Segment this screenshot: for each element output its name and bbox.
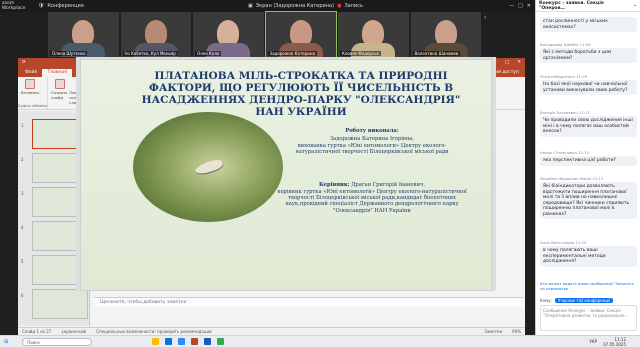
taskbar-clock[interactable]: 11:12 07.05.2025	[603, 337, 640, 347]
participant-tile[interactable]: Олен Коло	[193, 12, 264, 57]
performer-name: Задорожна Катерина Ігорівна,	[329, 136, 415, 142]
accessibility-check[interactable]: Специальные возможности: проверить реком…	[96, 329, 212, 334]
slide-title: ПЛАТАНОВА МІЛЬ-СТРОКАТКА ТА ПРИРОДНІ ФАК…	[141, 70, 461, 118]
participant-name: Олен Коло	[195, 51, 222, 56]
leader-desc: керівник гуртка «Юні ентомологи» Центру …	[277, 189, 467, 214]
screen-share-indicator[interactable]: ▣ Экран (Задорожна Катерина) ● Запись	[248, 3, 363, 9]
paste-icon	[25, 79, 36, 89]
notes-pane[interactable]: Щелкните, чтобы добавить заметки	[94, 297, 524, 307]
tab-home[interactable]: Главная	[42, 69, 72, 77]
participant-name: Олена Шутенко	[50, 51, 88, 56]
participant-name: Задорожна Катерина	[267, 51, 317, 56]
chat-recipient: Кому: Учасник тієї конференції	[540, 298, 614, 303]
taskbar-search[interactable]: Поиск	[22, 337, 93, 346]
record-label: Запись	[344, 3, 363, 9]
shield-icon: 🛡	[38, 3, 45, 9]
slide-thumbnail[interactable]	[32, 289, 88, 319]
chat-message: Михайло Федорова Марія 11:13 Які біоіндик…	[540, 176, 637, 219]
chat-message: Володимир Шейбін 11:09 Які с методи борот…	[540, 42, 637, 63]
minimize-icon[interactable]: —	[509, 3, 514, 9]
chat-message: Назар Сітьмінович 11:11 яка перспективна …	[540, 150, 637, 166]
edge-icon[interactable]	[165, 338, 173, 345]
slide[interactable]: ПЛАТАНОВА МІЛЬ-СТРОКАТКА ТА ПРИРОДНІ ФАК…	[80, 59, 492, 291]
conference-label: Конференция	[47, 3, 84, 9]
tab-file[interactable]: Файл	[20, 69, 42, 77]
language-indicator[interactable]: украинский	[61, 329, 86, 334]
slide-counter: Слайд 1 из 27	[22, 329, 52, 334]
participant-tile[interactable]: Валентина Шанамев	[410, 12, 481, 57]
zoom-topbar: zoom Workplace 🛡 Конференция ▣ Экран (За…	[0, 0, 535, 12]
participant-tile[interactable]: Кловяк Федорськ	[338, 12, 409, 57]
language-indicator[interactable]: УКР	[589, 339, 597, 344]
participant-tile[interactable]: Iro Кабетко, Кул Моньяр	[120, 12, 191, 57]
leader-block: Керівник: Драган Григорій Іванович,	[319, 182, 425, 188]
conference-menu[interactable]: 🛡 Конференция	[38, 3, 84, 9]
zoom-level[interactable]: 69%	[512, 329, 521, 334]
clipboard-group: Вставить Буфер обмена	[18, 77, 48, 109]
chat-message: стан рослинності у міських екосистемах?	[540, 16, 637, 32]
chat-privacy-notice[interactable]: Кто может видеть ваши сообщения? Записат…	[540, 281, 637, 291]
participant-tile-active[interactable]: Задорожна Катерина	[264, 11, 337, 58]
monitor-icon: ▣	[248, 3, 253, 9]
word-icon[interactable]	[204, 338, 212, 345]
file-explorer-icon[interactable]	[152, 338, 160, 345]
chat-message: Анна Вельгінарія 11:15 в чому полягають в…	[540, 240, 637, 267]
windows-start-icon[interactable]: ⊞	[4, 339, 8, 345]
performer-desc: вихованка гуртка «Юні ентомологи» Центру…	[295, 143, 449, 156]
chat-input[interactable]: Сообщение Конкурс - заявки. Секція "Опер…	[540, 305, 637, 331]
close-icon[interactable]: ✕	[517, 60, 521, 65]
zoom-icon[interactable]	[178, 338, 186, 345]
chat-message: Юлія Кобадзенко 11:09 На базі якої науков…	[540, 74, 637, 95]
windows-taskbar: ⊞ Поиск УКР 11:12 07.05.2025	[0, 335, 640, 347]
participant-name: Кловяк Федорськ	[340, 51, 381, 56]
chat-message: Валерія Бескиович 11:11 Чи проводили свою…	[540, 110, 637, 137]
slide-canvas: ПЛАТАНОВА МІЛЬ-СТРОКАТКА ТА ПРИРОДНІ ФАК…	[76, 57, 496, 291]
maximize-icon[interactable]: □	[518, 3, 523, 9]
participant-gallery: Олена Шутенко Iro Кабетко, Кул Моньяр Ол…	[48, 11, 481, 58]
status-bar: Слайд 1 из 27 украинский Специальные воз…	[18, 327, 525, 335]
performed-heading: Роботу виконала:	[345, 128, 399, 134]
recipient-select[interactable]: Учасник тієї конференції	[555, 298, 614, 303]
chrome-icon[interactable]	[217, 338, 225, 345]
close-icon[interactable]: ✕	[527, 3, 531, 9]
zoom-logo: zoom Workplace	[2, 1, 26, 11]
new-slide-icon	[54, 79, 65, 89]
moth-photo	[133, 112, 283, 222]
chevron-down-icon[interactable]: ⌄	[633, 3, 637, 8]
gallery-next-button[interactable]: ›	[484, 14, 486, 21]
powerpoint-icon[interactable]	[191, 338, 199, 345]
chat-header: Конкурс - заявки. Секція "Оперов… ⌄	[536, 0, 640, 12]
chat-title: Конкурс - заявки. Секція "Оперов…	[539, 0, 604, 11]
autosave-icon[interactable]: ⟳	[22, 60, 26, 65]
maximize-icon[interactable]: □	[505, 60, 509, 65]
participant-name: Валентина Шанамев	[412, 51, 461, 56]
notes-toggle[interactable]: Заметки	[484, 329, 502, 334]
chat-panel: Конкурс - заявки. Секція "Оперов… ⌄ стан…	[535, 0, 640, 335]
screen-share-label: Экран (Задорожна Катерина)	[255, 3, 335, 9]
participant-name: Iro Кабетко, Кул Моньяр	[122, 51, 178, 56]
record-icon: ●	[337, 3, 342, 9]
participant-tile[interactable]: Олена Шутенко	[48, 12, 119, 57]
